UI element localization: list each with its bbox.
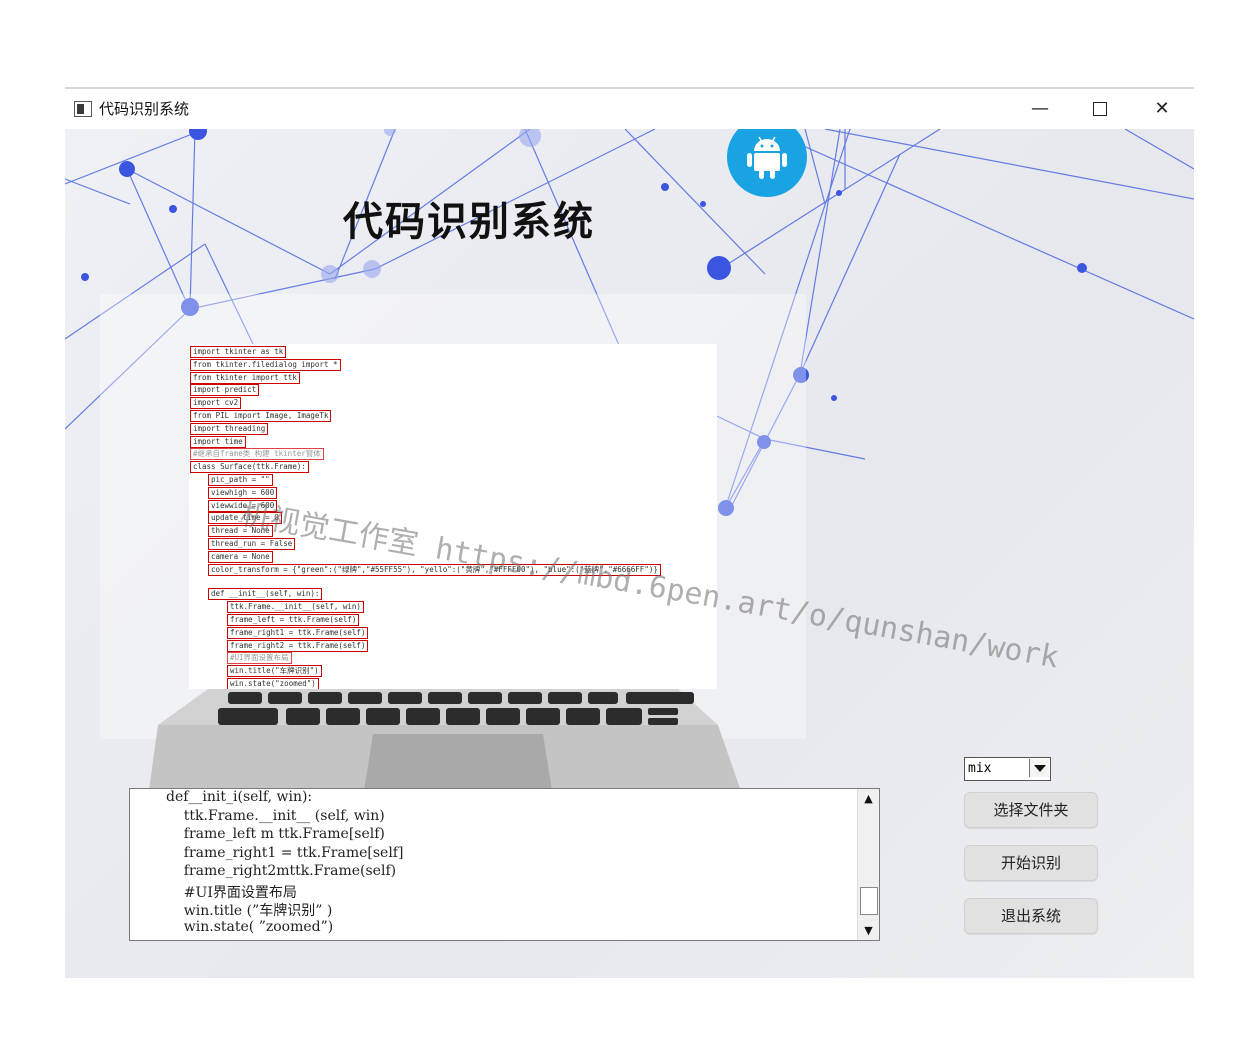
client-area: 代码识别系统 import tkinter as tk from tkinter…	[65, 129, 1194, 978]
minimize-button[interactable]: —	[1010, 89, 1070, 129]
preview-code-line: import tkinter as tk	[190, 346, 287, 358]
scroll-down-arrow-icon[interactable]: ▼	[860, 922, 877, 939]
preview-code-line: #UI界面设置布局	[227, 652, 292, 665]
preview-code-line: class Surface(ttk.Frame):	[190, 461, 309, 474]
app-window: 代码识别系统 — ✕ 代码识别系统 import tkinter as tk f…	[65, 87, 1194, 978]
page-title: 代码识别系统	[343, 199, 595, 245]
result-text-line: def__init_i(self, win):	[166, 789, 313, 805]
maximize-icon	[1093, 102, 1107, 116]
laptop-keyboard	[148, 689, 743, 797]
preview-code-line: def __init__(self, win):	[208, 588, 323, 601]
result-text-lines: def__init_i(self, win): ttk.Frame.__init…	[130, 789, 858, 940]
mode-select-value: mix	[968, 761, 992, 776]
exit-system-button[interactable]: 退出系统	[964, 898, 1098, 934]
preview-code-line: frame_right1 = ttk.Frame(self)	[227, 626, 369, 639]
result-text-line: win.state( ”zoomed”)	[166, 918, 334, 935]
scroll-thumb[interactable]	[860, 887, 878, 915]
result-textbox[interactable]: def__init_i(self, win): ttk.Frame.__init…	[129, 788, 880, 941]
preview-code-line: frame_left = ttk.Frame(self)	[227, 614, 360, 626]
preview-code-line: import cv2	[190, 397, 242, 410]
preview-code-line: win.title("车牌识别")	[227, 665, 322, 678]
result-text-line: frame_right2mttk.Frame(self)	[166, 863, 397, 879]
result-text-line: #UI界面设置布局	[166, 884, 297, 901]
preview-code-line: from tkinter.filedialog import *	[190, 358, 341, 371]
mode-select[interactable]: mix	[964, 757, 1051, 781]
preview-code-line: import threading	[190, 422, 269, 435]
scroll-up-arrow-icon[interactable]: ▲	[860, 790, 877, 807]
preview-code-line: from tkinter import ttk	[190, 371, 300, 384]
close-button[interactable]: ✕	[1132, 89, 1192, 129]
preview-code-line: from PIL import Image, ImageTk	[190, 410, 332, 422]
preview-code-line: import time	[190, 435, 246, 448]
android-logo	[727, 129, 807, 197]
preview-code-line: frame_right2 = ttk.Frame(self)	[227, 639, 369, 652]
result-text-line: frame_right1 = ttk.Frame[self]	[166, 844, 404, 861]
result-text-line: win.title (”车牌识别” )	[166, 903, 333, 919]
window-title: 代码识别系统	[99, 100, 190, 118]
preview-code-line: camera = None	[208, 550, 273, 563]
preview-code-line: #继承自frame类 构建 tkinter窗体	[190, 448, 324, 461]
preview-code-line: pic_path = ""	[208, 474, 273, 486]
result-text-line: frame_left m ttk.Frame[self)	[166, 826, 385, 842]
title-bar: 代码识别系统 — ✕	[65, 89, 1194, 129]
preview-code-line: win.state("zoomed")	[227, 678, 319, 689]
maximize-button[interactable]	[1070, 89, 1130, 129]
preview-code-line: ttk.Frame.__init__(self, win)	[227, 601, 364, 614]
dropdown-arrow-icon[interactable]	[1029, 759, 1049, 777]
preview-code-line: import predict	[190, 384, 260, 397]
vertical-scrollbar[interactable]: ▲ ▼	[857, 789, 879, 940]
start-recognition-button[interactable]: 开始识别	[964, 845, 1098, 881]
result-text-line: ttk.Frame.__init__ (self, win)	[166, 807, 385, 824]
android-icon	[747, 136, 787, 179]
select-folder-button[interactable]: 选择文件夹	[964, 792, 1098, 828]
app-icon	[74, 101, 92, 117]
